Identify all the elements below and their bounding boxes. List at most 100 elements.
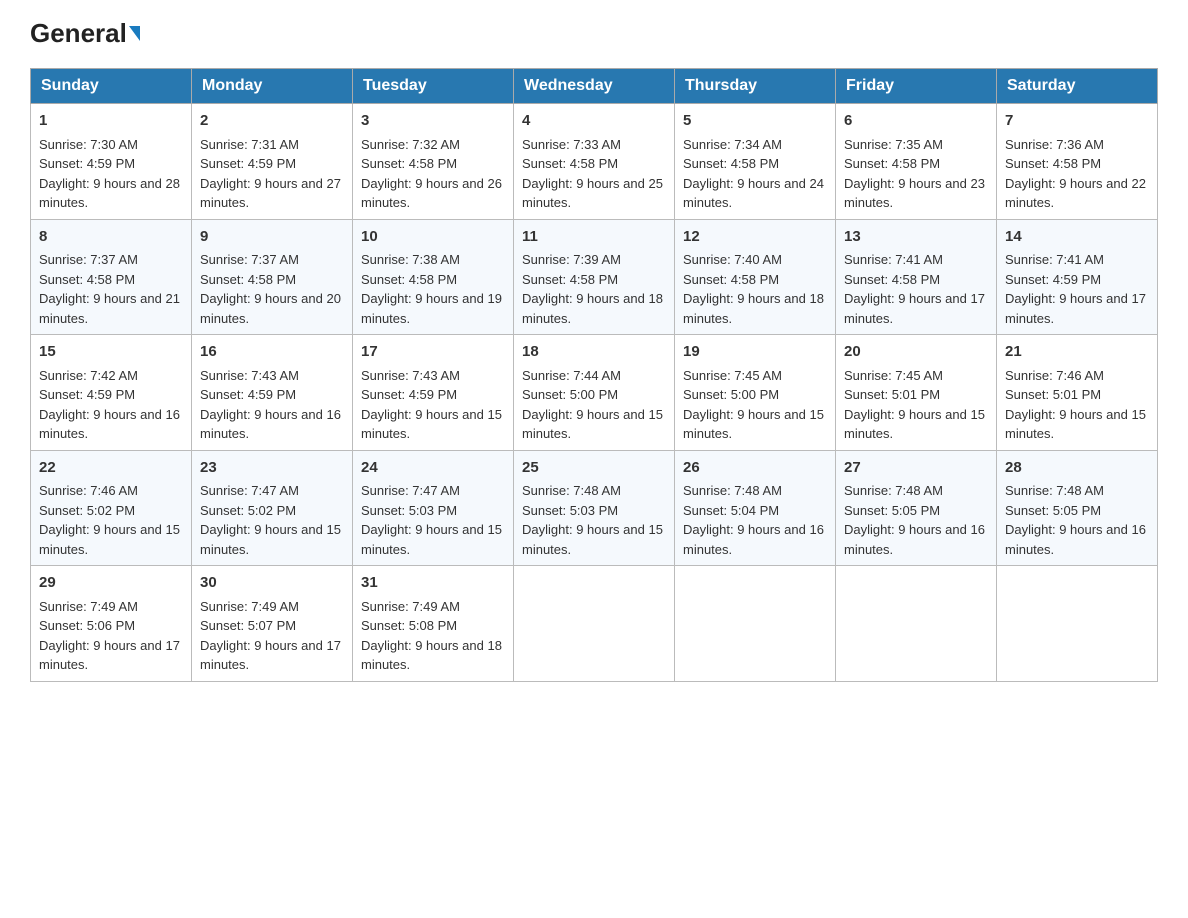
day-sunset: Sunset: 4:58 PM xyxy=(200,272,296,287)
day-sunset: Sunset: 4:58 PM xyxy=(683,272,779,287)
day-daylight: Daylight: 9 hours and 28 minutes. xyxy=(39,176,180,211)
day-daylight: Daylight: 9 hours and 16 minutes. xyxy=(39,407,180,442)
day-sunrise: Sunrise: 7:43 AM xyxy=(361,368,460,383)
calendar-cell: 20 Sunrise: 7:45 AM Sunset: 5:01 PM Dayl… xyxy=(836,335,997,451)
calendar-cell: 14 Sunrise: 7:41 AM Sunset: 4:59 PM Dayl… xyxy=(997,219,1158,335)
day-sunset: Sunset: 4:58 PM xyxy=(39,272,135,287)
day-sunrise: Sunrise: 7:44 AM xyxy=(522,368,621,383)
day-daylight: Daylight: 9 hours and 15 minutes. xyxy=(361,407,502,442)
calendar-cell: 5 Sunrise: 7:34 AM Sunset: 4:58 PM Dayli… xyxy=(675,104,836,220)
day-sunrise: Sunrise: 7:35 AM xyxy=(844,137,943,152)
calendar-cell: 11 Sunrise: 7:39 AM Sunset: 4:58 PM Dayl… xyxy=(514,219,675,335)
calendar-cell: 31 Sunrise: 7:49 AM Sunset: 5:08 PM Dayl… xyxy=(353,566,514,682)
calendar-cell: 2 Sunrise: 7:31 AM Sunset: 4:59 PM Dayli… xyxy=(192,104,353,220)
day-number: 9 xyxy=(200,226,344,249)
day-sunset: Sunset: 5:00 PM xyxy=(683,387,779,402)
day-sunrise: Sunrise: 7:42 AM xyxy=(39,368,138,383)
day-sunrise: Sunrise: 7:45 AM xyxy=(683,368,782,383)
day-number: 29 xyxy=(39,572,183,595)
day-number: 4 xyxy=(522,110,666,133)
column-header-wednesday: Wednesday xyxy=(514,69,675,104)
calendar-cell: 25 Sunrise: 7:48 AM Sunset: 5:03 PM Dayl… xyxy=(514,450,675,566)
calendar-cell: 27 Sunrise: 7:48 AM Sunset: 5:05 PM Dayl… xyxy=(836,450,997,566)
day-sunset: Sunset: 5:02 PM xyxy=(39,503,135,518)
calendar-cell: 3 Sunrise: 7:32 AM Sunset: 4:58 PM Dayli… xyxy=(353,104,514,220)
day-sunrise: Sunrise: 7:31 AM xyxy=(200,137,299,152)
day-daylight: Daylight: 9 hours and 15 minutes. xyxy=(1005,407,1146,442)
calendar-cell: 28 Sunrise: 7:48 AM Sunset: 5:05 PM Dayl… xyxy=(997,450,1158,566)
day-sunset: Sunset: 5:03 PM xyxy=(361,503,457,518)
day-sunset: Sunset: 4:59 PM xyxy=(39,387,135,402)
day-sunrise: Sunrise: 7:49 AM xyxy=(200,599,299,614)
day-number: 1 xyxy=(39,110,183,133)
day-number: 27 xyxy=(844,457,988,480)
day-number: 20 xyxy=(844,341,988,364)
day-daylight: Daylight: 9 hours and 16 minutes. xyxy=(683,522,824,557)
day-daylight: Daylight: 9 hours and 17 minutes. xyxy=(1005,291,1146,326)
day-sunrise: Sunrise: 7:47 AM xyxy=(361,483,460,498)
day-sunrise: Sunrise: 7:46 AM xyxy=(1005,368,1104,383)
day-number: 23 xyxy=(200,457,344,480)
page-header: General xyxy=(30,20,1158,48)
day-number: 14 xyxy=(1005,226,1149,249)
day-daylight: Daylight: 9 hours and 16 minutes. xyxy=(1005,522,1146,557)
calendar-cell: 15 Sunrise: 7:42 AM Sunset: 4:59 PM Dayl… xyxy=(31,335,192,451)
day-sunset: Sunset: 4:58 PM xyxy=(522,156,618,171)
calendar-cell: 24 Sunrise: 7:47 AM Sunset: 5:03 PM Dayl… xyxy=(353,450,514,566)
day-sunrise: Sunrise: 7:43 AM xyxy=(200,368,299,383)
day-sunrise: Sunrise: 7:34 AM xyxy=(683,137,782,152)
day-sunrise: Sunrise: 7:30 AM xyxy=(39,137,138,152)
day-sunset: Sunset: 4:58 PM xyxy=(361,156,457,171)
calendar-cell: 1 Sunrise: 7:30 AM Sunset: 4:59 PM Dayli… xyxy=(31,104,192,220)
calendar-cell: 8 Sunrise: 7:37 AM Sunset: 4:58 PM Dayli… xyxy=(31,219,192,335)
day-sunrise: Sunrise: 7:47 AM xyxy=(200,483,299,498)
day-sunrise: Sunrise: 7:37 AM xyxy=(39,252,138,267)
calendar-cell xyxy=(675,566,836,682)
day-daylight: Daylight: 9 hours and 15 minutes. xyxy=(522,407,663,442)
day-number: 26 xyxy=(683,457,827,480)
day-sunset: Sunset: 4:59 PM xyxy=(200,387,296,402)
day-number: 18 xyxy=(522,341,666,364)
calendar-cell: 26 Sunrise: 7:48 AM Sunset: 5:04 PM Dayl… xyxy=(675,450,836,566)
day-number: 24 xyxy=(361,457,505,480)
day-number: 7 xyxy=(1005,110,1149,133)
column-header-saturday: Saturday xyxy=(997,69,1158,104)
calendar-cell: 23 Sunrise: 7:47 AM Sunset: 5:02 PM Dayl… xyxy=(192,450,353,566)
day-daylight: Daylight: 9 hours and 27 minutes. xyxy=(200,176,341,211)
day-daylight: Daylight: 9 hours and 17 minutes. xyxy=(39,638,180,673)
logo: General xyxy=(30,20,140,48)
day-sunrise: Sunrise: 7:41 AM xyxy=(844,252,943,267)
day-daylight: Daylight: 9 hours and 15 minutes. xyxy=(522,522,663,557)
day-sunrise: Sunrise: 7:39 AM xyxy=(522,252,621,267)
day-sunset: Sunset: 5:01 PM xyxy=(844,387,940,402)
day-sunset: Sunset: 5:07 PM xyxy=(200,618,296,633)
calendar-cell: 22 Sunrise: 7:46 AM Sunset: 5:02 PM Dayl… xyxy=(31,450,192,566)
calendar-week-row: 1 Sunrise: 7:30 AM Sunset: 4:59 PM Dayli… xyxy=(31,104,1158,220)
day-sunrise: Sunrise: 7:41 AM xyxy=(1005,252,1104,267)
day-sunrise: Sunrise: 7:49 AM xyxy=(361,599,460,614)
day-daylight: Daylight: 9 hours and 26 minutes. xyxy=(361,176,502,211)
day-daylight: Daylight: 9 hours and 19 minutes. xyxy=(361,291,502,326)
day-daylight: Daylight: 9 hours and 22 minutes. xyxy=(1005,176,1146,211)
day-sunrise: Sunrise: 7:37 AM xyxy=(200,252,299,267)
day-daylight: Daylight: 9 hours and 18 minutes. xyxy=(361,638,502,673)
day-sunset: Sunset: 5:08 PM xyxy=(361,618,457,633)
calendar-week-row: 15 Sunrise: 7:42 AM Sunset: 4:59 PM Dayl… xyxy=(31,335,1158,451)
calendar-cell: 10 Sunrise: 7:38 AM Sunset: 4:58 PM Dayl… xyxy=(353,219,514,335)
day-daylight: Daylight: 9 hours and 17 minutes. xyxy=(200,638,341,673)
day-sunset: Sunset: 4:58 PM xyxy=(844,272,940,287)
day-daylight: Daylight: 9 hours and 23 minutes. xyxy=(844,176,985,211)
day-sunset: Sunset: 4:59 PM xyxy=(1005,272,1101,287)
day-daylight: Daylight: 9 hours and 16 minutes. xyxy=(844,522,985,557)
day-daylight: Daylight: 9 hours and 20 minutes. xyxy=(200,291,341,326)
day-sunset: Sunset: 4:58 PM xyxy=(683,156,779,171)
day-daylight: Daylight: 9 hours and 25 minutes. xyxy=(522,176,663,211)
day-daylight: Daylight: 9 hours and 21 minutes. xyxy=(39,291,180,326)
day-number: 30 xyxy=(200,572,344,595)
day-daylight: Daylight: 9 hours and 16 minutes. xyxy=(200,407,341,442)
day-sunset: Sunset: 4:59 PM xyxy=(39,156,135,171)
day-sunrise: Sunrise: 7:46 AM xyxy=(39,483,138,498)
day-number: 19 xyxy=(683,341,827,364)
day-number: 10 xyxy=(361,226,505,249)
day-sunset: Sunset: 5:00 PM xyxy=(522,387,618,402)
